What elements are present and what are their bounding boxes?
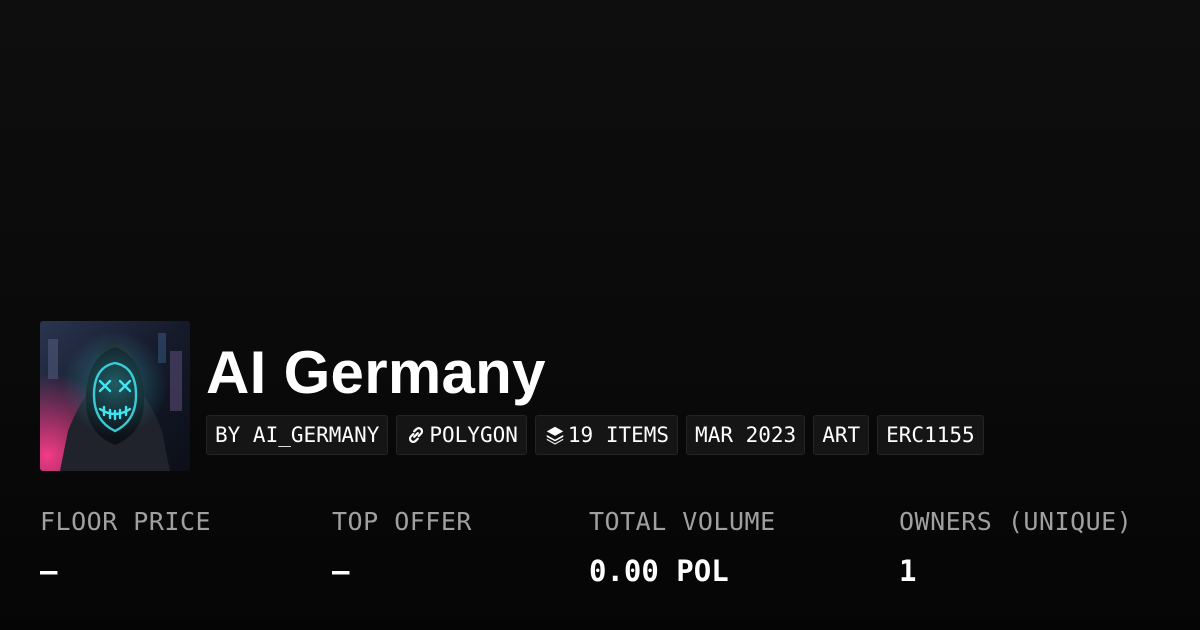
collection-tags: BY AI_GERMANY POLYGON 19 ITEMS MAR 2023 … [206,415,984,455]
stat-total-volume-value: 0.00 POL [589,554,729,588]
stat-owners-label: OWNERS (UNIQUE) [899,507,1133,536]
tag-category-label: ART [822,423,861,447]
layers-icon [544,424,566,446]
tag-creator[interactable]: BY AI_GERMANY [206,415,389,455]
stat-owners: OWNERS (UNIQUE) 1 [899,505,1132,588]
tag-category[interactable]: ART [813,415,870,455]
tag-chain[interactable]: POLYGON [396,415,527,455]
stat-top-offer: TOP OFFER – [332,505,472,588]
tag-date: MAR 2023 [686,415,806,455]
collection-avatar [40,321,190,471]
tag-items-label: 19 ITEMS [567,423,670,447]
stat-total-volume: TOTAL VOLUME 0.00 POL [589,505,776,588]
stat-total-volume-label: TOTAL VOLUME [589,507,776,536]
stat-top-offer-label: TOP OFFER [332,507,472,536]
tag-standard-label: ERC1155 [886,423,975,447]
stat-floor-price-value: – [40,554,58,588]
collection-title: AI Germany [206,339,546,406]
tag-standard: ERC1155 [877,415,984,455]
stat-floor-price-label: FLOOR PRICE [40,507,212,536]
stat-owners-value: 1 [899,554,917,588]
stat-top-offer-value: – [332,554,350,588]
tag-creator-label: BY AI_GERMANY [215,423,380,447]
stat-floor-price: FLOOR PRICE – [40,505,211,588]
link-icon [405,424,427,446]
tag-chain-label: POLYGON [429,423,518,447]
tag-items[interactable]: 19 ITEMS [534,415,679,455]
tag-date-label: MAR 2023 [695,423,797,447]
